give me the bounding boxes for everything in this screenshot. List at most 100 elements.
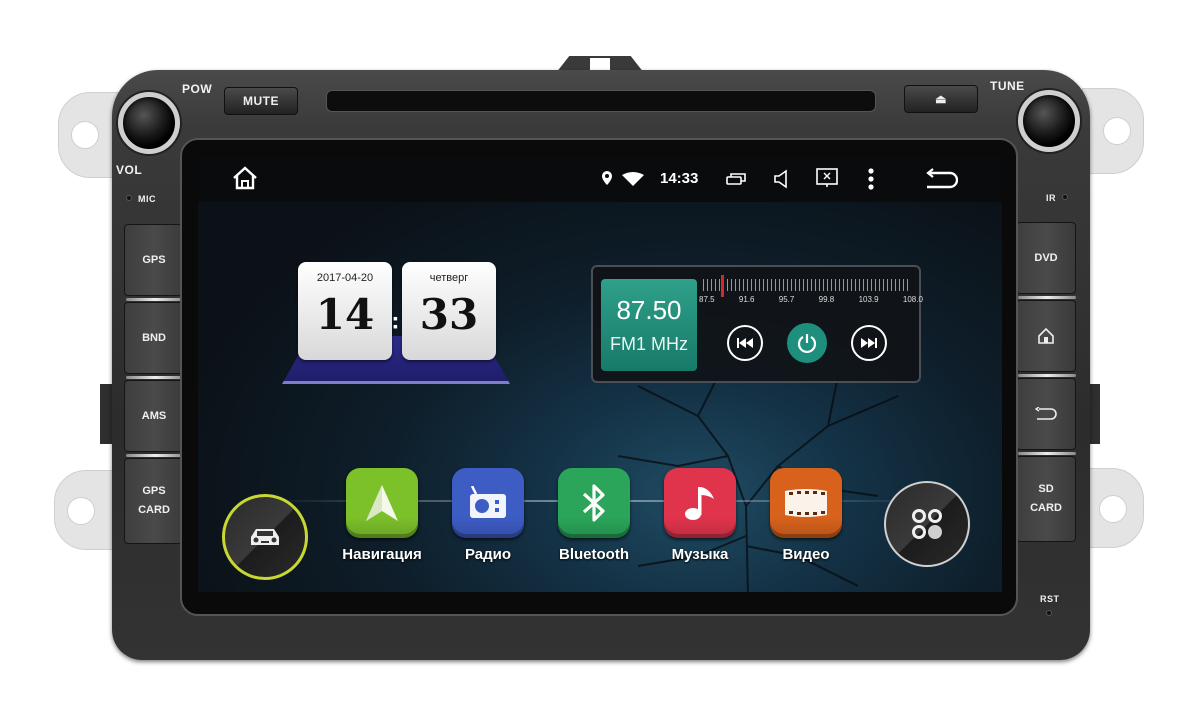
frequency-ticks [703, 279, 909, 291]
recent-apps-icon [726, 173, 746, 185]
hw-back-button[interactable] [1016, 378, 1076, 450]
all-apps-button[interactable] [884, 481, 970, 567]
app-music[interactable]: Музыка [662, 468, 738, 563]
rst-label: RST [1040, 594, 1060, 604]
eject-button[interactable]: ⏏ [904, 85, 978, 113]
frequency-scale[interactable]: 87.5 91.6 95.7 99.8 103.9 108.0 [699, 273, 923, 307]
button-separator [126, 376, 184, 379]
car-settings-button[interactable] [222, 494, 308, 580]
frequency-needle [721, 275, 724, 297]
location-icon [602, 171, 612, 185]
button-separator [1018, 296, 1076, 299]
music-icon [664, 468, 736, 538]
frequency-scale-label: 95.7 [778, 295, 795, 304]
button-separator [126, 454, 184, 457]
video-icon [770, 468, 842, 538]
eject-icon: ⏏ [935, 92, 947, 106]
gps-card-label-line2: CARD [138, 504, 170, 516]
power-icon [797, 334, 817, 353]
status-time: 14:33 [660, 170, 699, 187]
app-label: Навигация [342, 546, 422, 563]
car-icon [251, 529, 279, 545]
recent-apps-button[interactable] [726, 173, 746, 185]
screen-off-icon [816, 168, 838, 187]
tune-knob[interactable] [1018, 90, 1080, 152]
frequency-scale-label: 103.9 [858, 295, 879, 304]
skip-previous-icon [737, 338, 753, 348]
radio-power-button[interactable] [787, 323, 827, 363]
mic-hole [126, 195, 132, 201]
seek-previous-button[interactable] [727, 325, 763, 361]
right-button-column: DVD SD CARD [1012, 216, 1086, 550]
gps-button-label: GPS [142, 253, 166, 266]
reset-button[interactable] [1046, 610, 1052, 616]
bluetooth-icon [558, 468, 630, 538]
seek-next-button[interactable] [851, 325, 887, 361]
screen-off-button[interactable] [816, 168, 838, 188]
frequency-scale-label: 99.8 [818, 295, 835, 304]
button-separator [126, 298, 184, 301]
volume-icon [774, 169, 787, 189]
clock-minutes: 33 [419, 290, 479, 339]
volume-power-knob[interactable] [118, 92, 180, 154]
mounting-hole [1099, 495, 1127, 523]
app-navigation[interactable]: Навигация [342, 468, 422, 563]
mounting-hole [67, 497, 95, 525]
skip-next-icon [861, 338, 877, 348]
status-bar: 14:33 [198, 156, 1002, 202]
mounting-hole [1103, 117, 1131, 145]
clock-hours: 14 [315, 290, 375, 339]
back-icon [1035, 407, 1057, 420]
ir-label: IR [1046, 193, 1056, 203]
gps-button[interactable]: GPS [124, 224, 184, 296]
more-icon [868, 168, 874, 190]
more-options-button[interactable] [868, 168, 874, 190]
frequency-scale-label: 108.0 [902, 295, 923, 304]
sd-card-label-line1: SD [1038, 483, 1054, 495]
sd-card-button[interactable]: SD CARD [1016, 456, 1076, 542]
bnd-button[interactable]: BND [124, 302, 184, 374]
wifi-icon [622, 172, 644, 186]
gps-card-label-line1: GPS [142, 485, 166, 497]
disc-slot [326, 90, 876, 112]
button-separator [1018, 374, 1076, 377]
dvd-button[interactable]: DVD [1016, 222, 1076, 294]
all-apps-icon [912, 509, 942, 539]
ams-button[interactable]: AMS [124, 380, 184, 452]
dvd-button-label: DVD [1034, 251, 1058, 264]
clock-hours-card: 2017-04-20 14 [298, 262, 392, 360]
app-label: Музыка [671, 546, 729, 563]
home-icon [1038, 327, 1054, 344]
back-button[interactable] [924, 168, 958, 190]
radio-icon [452, 468, 524, 538]
vol-label: VOL [116, 163, 143, 177]
hw-home-button[interactable] [1016, 300, 1076, 372]
wallpaper-tree [617, 375, 899, 592]
app-label: Радио [464, 546, 512, 563]
frequency-scale-labels: 87.5 91.6 95.7 99.8 103.9 108.0 [699, 295, 923, 304]
mute-button[interactable]: MUTE [224, 87, 298, 115]
frequency-scale-label: 87.5 [699, 295, 715, 304]
bnd-button-label: BND [142, 331, 166, 344]
home-button[interactable] [232, 166, 258, 190]
mic-label: MIC [138, 194, 156, 204]
volume-button[interactable] [773, 169, 789, 189]
radio-widget: 87.50 FM1 MHz 87.5 91.6 95.7 99.8 103.9 108.0 [591, 265, 923, 383]
mounting-hole [71, 121, 99, 149]
clock-date: 2017-04-20 [316, 272, 374, 284]
app-label: Видео [782, 546, 830, 563]
clock-colon: ▪ ▪ [393, 310, 398, 334]
app-bluetooth[interactable]: Bluetooth [556, 468, 632, 563]
gps-card-button[interactable]: GPS CARD [124, 458, 184, 544]
radio-frequency-display[interactable]: 87.50 FM1 MHz [601, 279, 697, 371]
app-radio[interactable]: Радио [450, 468, 526, 563]
pow-label: POW [182, 82, 213, 96]
touchscreen: 14:33 2017-04-20 14 ▪ ▪ четверг 33 87.50… [198, 156, 1002, 592]
button-separator [1018, 452, 1076, 455]
app-video[interactable]: Видео [768, 468, 844, 563]
clock-weekday: четверг [429, 272, 469, 284]
ir-sensor [1062, 194, 1068, 200]
navigation-icon [346, 468, 418, 538]
frequency-scale-label: 91.6 [738, 295, 755, 304]
home-icon [233, 166, 257, 190]
